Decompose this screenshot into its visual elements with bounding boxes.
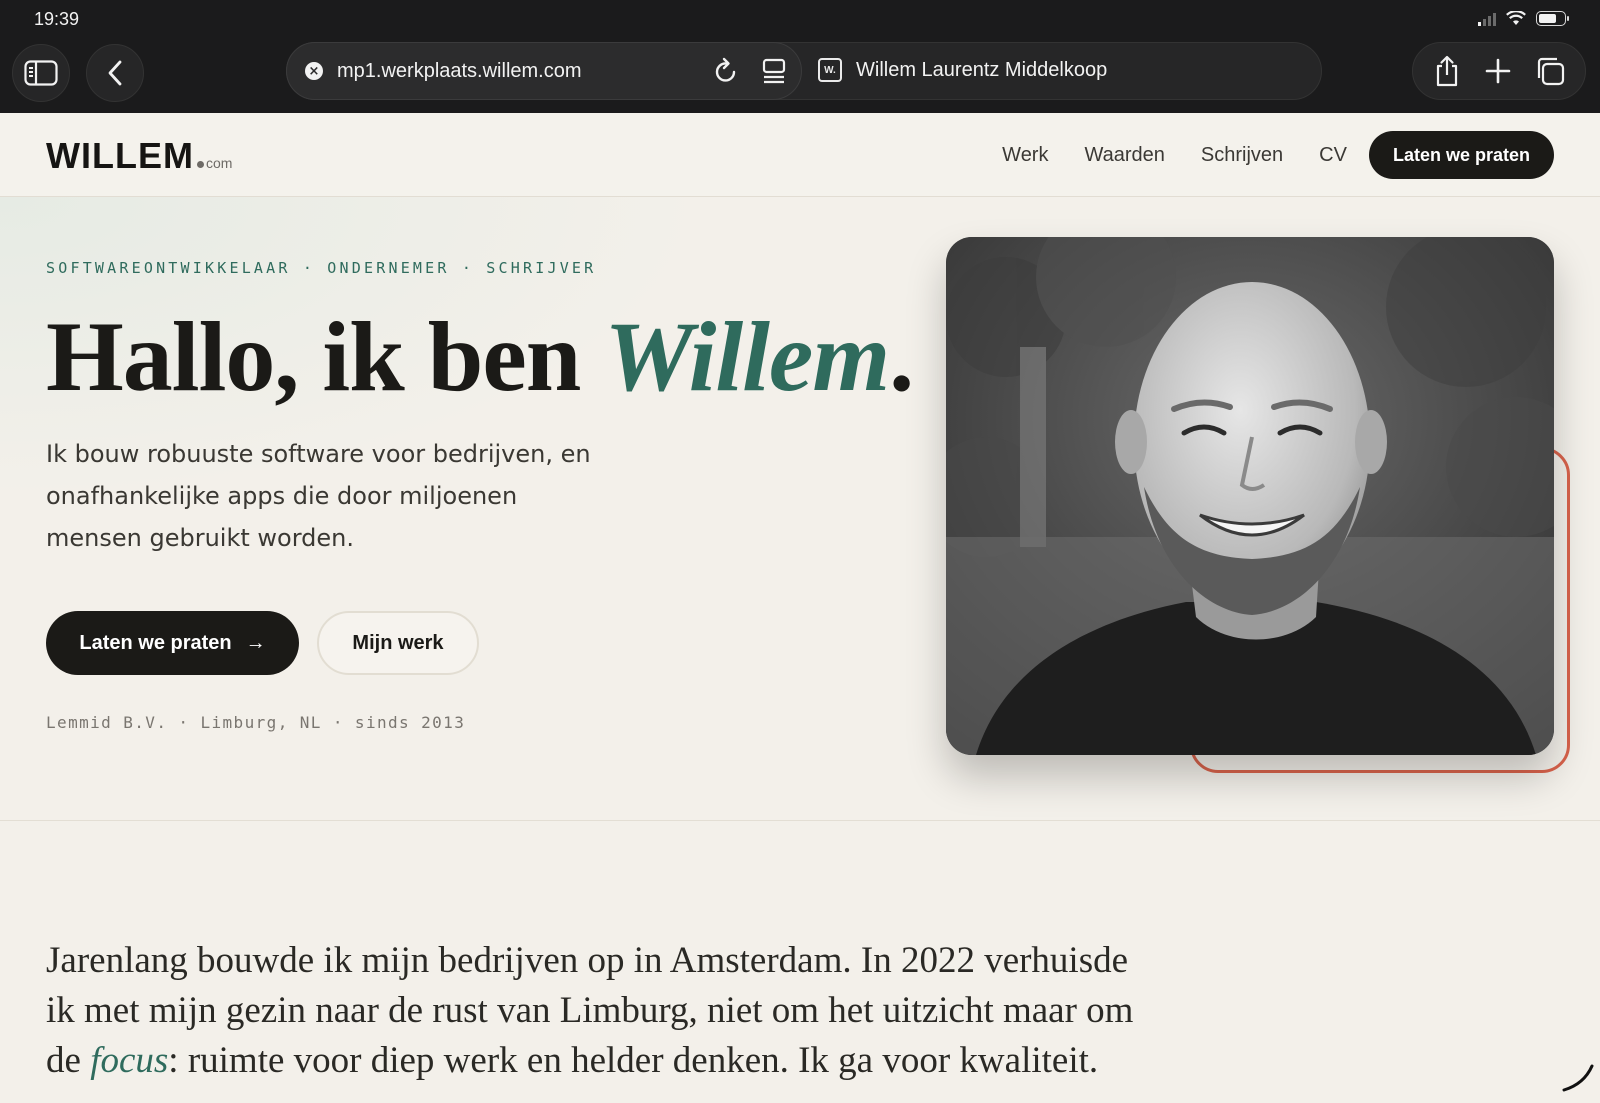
- address-bar[interactable]: × mp1.werkplaats.willem.com: [286, 42, 802, 100]
- close-tab-icon[interactable]: ×: [305, 62, 323, 80]
- tab-title[interactable]: Willem Laurentz Middelkoop: [856, 59, 1107, 82]
- headline-prefix: Hallo, ik ben: [46, 301, 605, 412]
- hero-section: SOFTWAREONTWIKKELAAR · ONDERNEMER · SCHR…: [0, 197, 1600, 821]
- nav-link-schrijven[interactable]: Schrijven: [1201, 144, 1283, 167]
- portrait-illustration: [946, 237, 1554, 755]
- nav-link-cv[interactable]: CV: [1319, 144, 1347, 167]
- other-tab[interactable]: W. Willem Laurentz Middelkoop: [818, 58, 1107, 82]
- hero-kicker: SOFTWAREONTWIKKELAAR · ONDERNEMER · SCHR…: [46, 259, 597, 277]
- intro-paragraph: Jarenlang bouwde ik mijn bedrijven op in…: [46, 936, 1156, 1086]
- back-button[interactable]: [86, 44, 144, 102]
- headline-suffix: .: [889, 301, 914, 412]
- status-time: 19:39: [34, 9, 80, 29]
- intro-text-after: : ruimte voor diep werk en helder denken…: [168, 1040, 1099, 1081]
- tabs-overview-icon[interactable]: [1535, 56, 1565, 86]
- site-logo[interactable]: WILLEM com: [46, 135, 232, 177]
- reload-icon[interactable]: [713, 57, 739, 85]
- talk-button-label: Laten we praten: [79, 631, 232, 654]
- arrow-right-icon: →: [245, 631, 266, 654]
- battery-level: [1539, 14, 1556, 23]
- battery-icon: [1536, 11, 1569, 26]
- sidebar-icon: [24, 60, 58, 86]
- logo-dot: [196, 161, 204, 168]
- status-indicators: [1478, 11, 1569, 26]
- browser-actions: [1412, 42, 1586, 100]
- hero-headline: Hallo, ik ben Willem.: [46, 297, 914, 417]
- sidebar-toggle-button[interactable]: [12, 44, 70, 102]
- hero-meta: Lemmid B.V. · Limburg, NL · sinds 2013: [46, 713, 466, 732]
- logo-suffix: com: [205, 155, 233, 171]
- url-text[interactable]: mp1.werkplaats.willem.com: [337, 60, 582, 83]
- nav-link-werk[interactable]: Werk: [1002, 144, 1048, 167]
- headline-name: Willem: [604, 301, 890, 412]
- talk-button[interactable]: Laten we praten →: [46, 611, 299, 675]
- my-work-button[interactable]: Mijn werk: [317, 611, 479, 675]
- site-header: WILLEM com Werk Waarden Schrijven CV Lat…: [0, 113, 1600, 197]
- intro-emphasis: focus: [90, 1040, 169, 1081]
- address-actions: [713, 57, 787, 85]
- scroll-indicator-icon: [1562, 1064, 1594, 1092]
- hero-lead: Ik bouw robuuste software voor bedrijven…: [46, 440, 591, 552]
- site-favicon: W.: [818, 58, 842, 82]
- new-tab-icon[interactable]: [1485, 58, 1511, 84]
- logo-wordmark: WILLEM: [46, 135, 194, 176]
- portrait-photo: [946, 237, 1554, 755]
- reader-icon[interactable]: [761, 57, 787, 85]
- browser-chrome: 19:39 × mp1.werkplaats.willem.com W. Wil…: [0, 0, 1600, 113]
- cellular-signal-icon: [1478, 12, 1496, 26]
- nav-cta-button[interactable]: Laten we praten: [1368, 131, 1554, 179]
- wifi-icon: [1506, 11, 1526, 25]
- chevron-left-icon: [108, 60, 122, 86]
- nav-link-waarden[interactable]: Waarden: [1084, 144, 1164, 167]
- main-nav: Werk Waarden Schrijven CV Laten we prate…: [966, 131, 1554, 179]
- share-icon[interactable]: [1433, 55, 1461, 87]
